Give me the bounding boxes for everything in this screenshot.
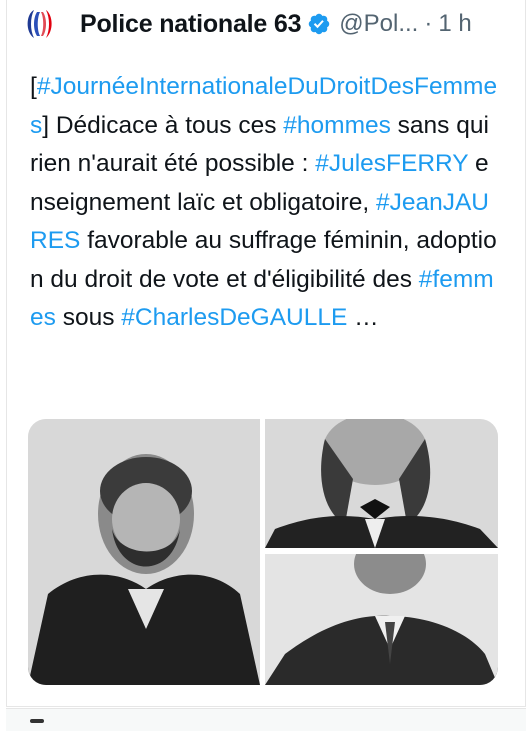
photo-jean-jaures[interactable] <box>28 419 260 685</box>
tweet-text-segment: … <box>347 304 379 331</box>
photo-jules-ferry[interactable] <box>265 419 498 548</box>
hashtag-link[interactable]: #hommes <box>283 112 391 139</box>
tweet-text-segment: sous <box>55 304 122 331</box>
tweet-header: Police nationale 63 @Pol... · 1 h <box>22 6 522 42</box>
tweet-text-segment: [ <box>30 73 37 100</box>
photo-charles-de-gaulle[interactable] <box>265 534 498 685</box>
next-tweet-fragment <box>30 719 44 723</box>
hashtag-link[interactable]: #JulesFERRY <box>315 150 468 177</box>
tweet-media-grid[interactable] <box>28 419 498 685</box>
verified-badge-icon <box>309 13 330 35</box>
next-tweet-edge <box>6 708 526 731</box>
author-handle[interactable]: @Pol... <box>339 10 418 38</box>
author-name[interactable]: Police nationale 63 <box>80 10 301 39</box>
tweet-time[interactable]: 1 h <box>438 10 471 38</box>
hashtag-link[interactable]: #CharlesDeGAULLE <box>121 304 347 331</box>
tweet-text: [#JournéeInternationaleDuDroitDesFemmes]… <box>30 68 500 338</box>
dot-separator: · <box>424 10 433 37</box>
tweet-text-segment: ] Dédicace à tous ces <box>42 111 284 139</box>
police-nationale-logo[interactable] <box>22 6 66 42</box>
